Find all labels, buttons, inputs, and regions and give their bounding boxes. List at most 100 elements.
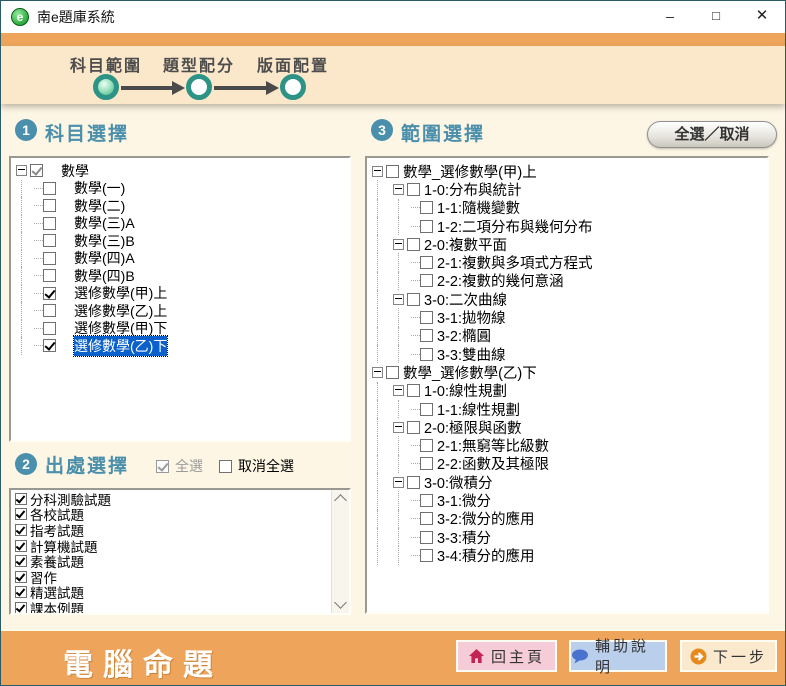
tree-item[interactable]: 選修數學(乙)下: [13, 337, 347, 355]
checkbox-icon[interactable]: [43, 182, 56, 195]
collapse-icon[interactable]: [16, 165, 27, 176]
checkbox-icon[interactable]: [15, 602, 27, 614]
tree-item[interactable]: 3-3:雙曲線: [369, 345, 765, 363]
tree-item[interactable]: 3-4:積分的應用: [369, 546, 765, 564]
collapse-icon[interactable]: [393, 385, 404, 396]
checkbox-icon[interactable]: [407, 384, 420, 397]
list-item[interactable]: 課本例題: [13, 600, 347, 615]
tree-item[interactable]: 數學(一): [13, 180, 347, 198]
tree-item[interactable]: 數學: [13, 162, 347, 180]
select-all-toggle-button[interactable]: 全選／取消: [647, 121, 777, 148]
checkbox-icon[interactable]: [407, 293, 420, 306]
checkbox-icon[interactable]: [43, 217, 56, 230]
checkbox-icon[interactable]: [15, 540, 27, 552]
tree-item[interactable]: 2-2:複數的幾何意涵: [369, 272, 765, 290]
tree-item[interactable]: 數學(二): [13, 197, 347, 215]
tree-item[interactable]: 數學_選修數學(甲)上: [369, 162, 765, 180]
minimize-button[interactable]: –: [647, 1, 693, 33]
checkbox-icon[interactable]: [420, 531, 433, 544]
checkbox-icon[interactable]: [15, 571, 27, 583]
checkbox-icon[interactable]: [15, 555, 27, 567]
checkbox-icon[interactable]: [43, 339, 56, 352]
step-circle-3[interactable]: [280, 74, 306, 100]
checkbox-icon[interactable]: [420, 439, 433, 452]
collapse-icon[interactable]: [372, 166, 383, 177]
collapse-icon[interactable]: [393, 184, 404, 195]
checkbox-icon[interactable]: [407, 183, 420, 196]
tree-item[interactable]: 2-0:極限與函數: [369, 418, 765, 436]
tree-item[interactable]: 3-1:拋物線: [369, 308, 765, 326]
checkbox-icon[interactable]: [15, 493, 27, 505]
tree-item[interactable]: 選修數學(甲)下: [13, 320, 347, 338]
checkbox-icon[interactable]: [420, 256, 433, 269]
checkbox-icon[interactable]: [30, 164, 43, 177]
tree-item[interactable]: 3-1:微分: [369, 491, 765, 509]
tree-item[interactable]: 3-0:微積分: [369, 473, 765, 491]
checkbox-icon[interactable]: [15, 586, 27, 598]
next-button[interactable]: 下一步: [680, 640, 777, 672]
checkbox-icon[interactable]: [420, 348, 433, 361]
checkbox-icon[interactable]: [15, 524, 27, 536]
collapse-icon[interactable]: [393, 239, 404, 250]
tree-item[interactable]: 數學(三)A: [13, 215, 347, 233]
tree-item[interactable]: 2-1:複數與多項式方程式: [369, 253, 765, 271]
tree-item[interactable]: 2-0:複數平面: [369, 235, 765, 253]
scrollbar[interactable]: [331, 490, 349, 613]
step-circle-1[interactable]: [93, 74, 119, 100]
tree-item[interactable]: 3-3:積分: [369, 528, 765, 546]
tree-item[interactable]: 3-2:橢圓: [369, 327, 765, 345]
tree-item[interactable]: 選修數學(甲)上: [13, 285, 347, 303]
help-button[interactable]: 輔助說明: [569, 640, 667, 672]
checkbox-icon[interactable]: [43, 234, 56, 247]
collapse-icon[interactable]: [393, 422, 404, 433]
tree-item[interactable]: 3-2:微分的應用: [369, 510, 765, 528]
tree-item[interactable]: 1-1:隨機變數: [369, 199, 765, 217]
checkbox-icon[interactable]: [420, 311, 433, 324]
tree-item[interactable]: 選修數學(乙)上: [13, 302, 347, 320]
tree-item[interactable]: 數學(三)B: [13, 232, 347, 250]
checkbox-icon[interactable]: [420, 201, 433, 214]
collapse-icon[interactable]: [393, 477, 404, 488]
checkbox-icon[interactable]: [407, 476, 420, 489]
checkbox-icon[interactable]: [43, 322, 56, 335]
checkbox-icon[interactable]: [420, 403, 433, 416]
checkbox-icon[interactable]: [407, 238, 420, 251]
deselect-all-checkbox[interactable]: 取消全選: [219, 456, 294, 476]
tree-item[interactable]: 3-0:二次曲線: [369, 290, 765, 308]
checkbox-icon[interactable]: [43, 252, 56, 265]
checkbox-icon[interactable]: [420, 494, 433, 507]
collapse-icon[interactable]: [393, 294, 404, 305]
checkbox-icon[interactable]: [420, 549, 433, 562]
checkbox-icon[interactable]: [43, 304, 56, 317]
close-button[interactable]: ✕: [739, 1, 785, 33]
checkbox-icon[interactable]: [420, 329, 433, 342]
tree-item[interactable]: 數學_選修數學(乙)下: [369, 363, 765, 381]
list-item[interactable]: 素養試題: [13, 553, 347, 569]
checkbox-icon[interactable]: [407, 421, 420, 434]
scroll-up-icon[interactable]: [334, 494, 347, 507]
checkbox-icon[interactable]: [386, 165, 399, 178]
tree-item[interactable]: 數學(四)A: [13, 250, 347, 268]
maximize-button[interactable]: □: [693, 1, 739, 33]
home-button[interactable]: 回主頁: [456, 640, 557, 672]
tree-item[interactable]: 數學(四)B: [13, 267, 347, 285]
select-all-checkbox[interactable]: 全選: [156, 456, 203, 476]
checkbox-icon[interactable]: [420, 220, 433, 233]
checkbox-icon[interactable]: [420, 274, 433, 287]
tree-item[interactable]: 2-1:無窮等比級數: [369, 436, 765, 454]
checkbox-icon[interactable]: [15, 508, 27, 520]
checkbox-icon[interactable]: [420, 457, 433, 470]
scroll-down-icon[interactable]: [334, 596, 347, 609]
checkbox-icon[interactable]: [43, 287, 56, 300]
checkbox-icon[interactable]: [386, 366, 399, 379]
collapse-icon[interactable]: [372, 367, 383, 378]
checkbox-icon[interactable]: [43, 269, 56, 282]
tree-item[interactable]: 1-2:二項分布與幾何分布: [369, 217, 765, 235]
tree-item[interactable]: 2-2:函數及其極限: [369, 455, 765, 473]
step-circle-2[interactable]: [186, 74, 212, 100]
tree-item[interactable]: 1-0:分布與統計: [369, 180, 765, 198]
checkbox-icon[interactable]: [420, 512, 433, 525]
checkbox-icon[interactable]: [43, 199, 56, 212]
tree-item[interactable]: 1-0:線性規劃: [369, 382, 765, 400]
tree-item[interactable]: 1-1:線性規劃: [369, 400, 765, 418]
